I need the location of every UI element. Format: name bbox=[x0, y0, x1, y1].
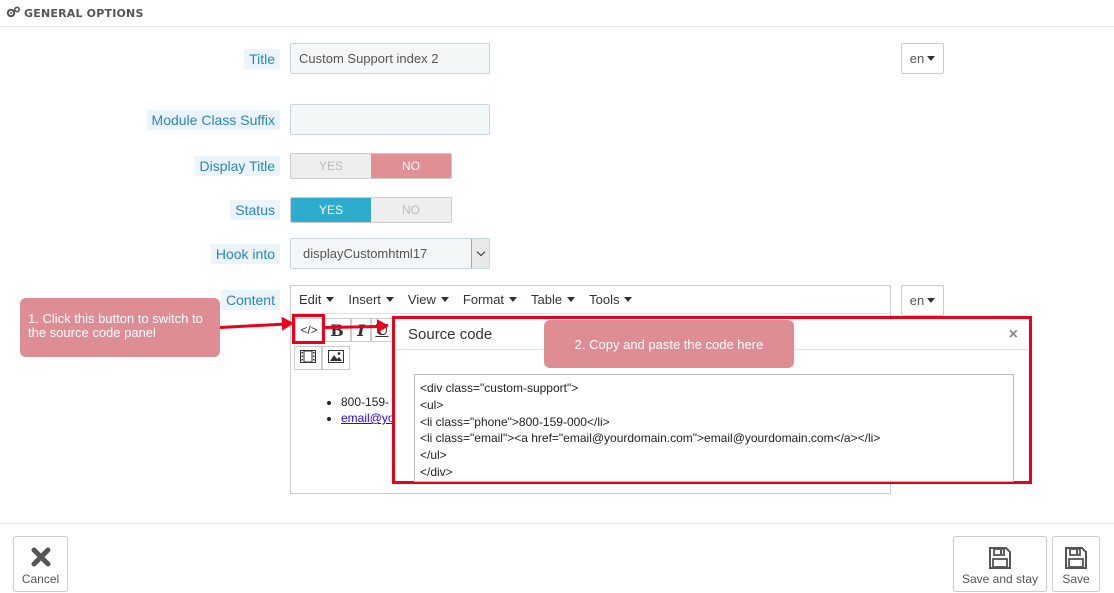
title-label: Title bbox=[244, 49, 280, 69]
panel-title: GENERAL OPTIONS bbox=[24, 6, 144, 20]
menu-view-label: View bbox=[407, 292, 436, 307]
status-yes-option[interactable]: YES bbox=[291, 198, 371, 222]
insert-image-button[interactable] bbox=[322, 346, 350, 370]
panel-header: GENERAL OPTIONS bbox=[0, 0, 1114, 27]
select-arrow-icon bbox=[471, 239, 489, 268]
list-item: 800-159- bbox=[341, 394, 395, 410]
display-title-no-option[interactable]: NO bbox=[371, 154, 451, 178]
save-and-stay-button[interactable]: Save and stay bbox=[953, 536, 1047, 592]
step-1-callout: 1. Click this button to switch to the so… bbox=[20, 298, 220, 357]
caret-down-icon bbox=[567, 297, 576, 302]
menu-tools[interactable]: Tools bbox=[589, 292, 633, 307]
menu-edit[interactable]: Edit bbox=[299, 292, 335, 307]
display-title-switch[interactable]: YES NO bbox=[290, 153, 452, 179]
menu-tools-label: Tools bbox=[589, 292, 620, 307]
arrow-to-source-button bbox=[219, 322, 284, 329]
module-class-suffix-label: Module Class Suffix bbox=[146, 110, 280, 130]
image-icon bbox=[328, 350, 344, 366]
source-code-button-highlight bbox=[292, 314, 325, 344]
menu-edit-label: Edit bbox=[299, 292, 322, 307]
status-no-option[interactable]: NO bbox=[371, 198, 451, 222]
modal-title: Source code bbox=[408, 326, 493, 343]
save-icon bbox=[1064, 546, 1088, 573]
email-link[interactable]: email@yo bbox=[341, 411, 395, 425]
caret-down-icon bbox=[326, 297, 335, 302]
menu-insert[interactable]: Insert bbox=[348, 292, 394, 307]
italic-button[interactable]: I bbox=[351, 318, 371, 342]
caret-down-icon bbox=[624, 297, 633, 302]
save-button[interactable]: Save bbox=[1052, 536, 1100, 592]
display-title-yes-option[interactable]: YES bbox=[291, 154, 371, 178]
caret-down-icon bbox=[927, 298, 936, 303]
save-and-stay-label: Save and stay bbox=[961, 572, 1039, 586]
status-label: Status bbox=[230, 200, 280, 220]
caret-down-icon bbox=[927, 56, 936, 61]
bold-button[interactable]: B bbox=[323, 318, 351, 342]
title-language-dropdown[interactable]: en bbox=[901, 43, 944, 74]
editor-content[interactable]: 800-159- email@yo bbox=[331, 394, 395, 426]
caret-down-icon bbox=[509, 297, 518, 302]
close-icon[interactable]: × bbox=[1009, 326, 1018, 344]
form-footer: Cancel Save and stay Save bbox=[0, 523, 1114, 593]
save-label: Save bbox=[1062, 572, 1090, 586]
editor-menubar: Edit Insert View Format Table Tools bbox=[291, 286, 890, 314]
content-label: Content bbox=[220, 290, 280, 310]
step-2-callout: 2. Copy and paste the code here bbox=[544, 320, 794, 368]
cancel-button[interactable]: Cancel bbox=[13, 536, 68, 592]
title-lang-label: en bbox=[909, 51, 925, 66]
menu-format-label: Format bbox=[462, 292, 505, 307]
content-lang-label: en bbox=[909, 293, 925, 308]
menu-insert-label: Insert bbox=[348, 292, 381, 307]
status-switch[interactable]: YES NO bbox=[290, 197, 452, 223]
hook-into-select[interactable]: displayCustomhtml17 bbox=[290, 238, 490, 269]
close-icon bbox=[30, 546, 52, 571]
gears-icon bbox=[6, 5, 21, 21]
caret-down-icon bbox=[440, 297, 449, 302]
title-input[interactable]: Custom Support index 2 bbox=[290, 43, 490, 74]
caret-down-icon bbox=[385, 297, 394, 302]
menu-table[interactable]: Table bbox=[531, 292, 576, 307]
module-class-suffix-input[interactable] bbox=[290, 104, 490, 135]
content-language-dropdown[interactable]: en bbox=[901, 285, 944, 316]
film-icon bbox=[300, 350, 316, 366]
menu-view[interactable]: View bbox=[408, 292, 449, 307]
hook-into-label: Hook into bbox=[210, 244, 280, 264]
hook-into-value: displayCustomhtml17 bbox=[303, 246, 428, 261]
source-code-textarea[interactable]: <div class="custom-support"> <ul> <li cl… bbox=[414, 374, 1014, 482]
cancel-label: Cancel bbox=[21, 572, 60, 586]
insert-video-button[interactable] bbox=[294, 346, 322, 370]
menu-format[interactable]: Format bbox=[462, 292, 518, 307]
list-item: email@yo bbox=[341, 410, 395, 426]
display-title-label: Display Title bbox=[194, 156, 280, 176]
save-icon bbox=[988, 546, 1012, 573]
menu-table-label: Table bbox=[531, 292, 563, 307]
